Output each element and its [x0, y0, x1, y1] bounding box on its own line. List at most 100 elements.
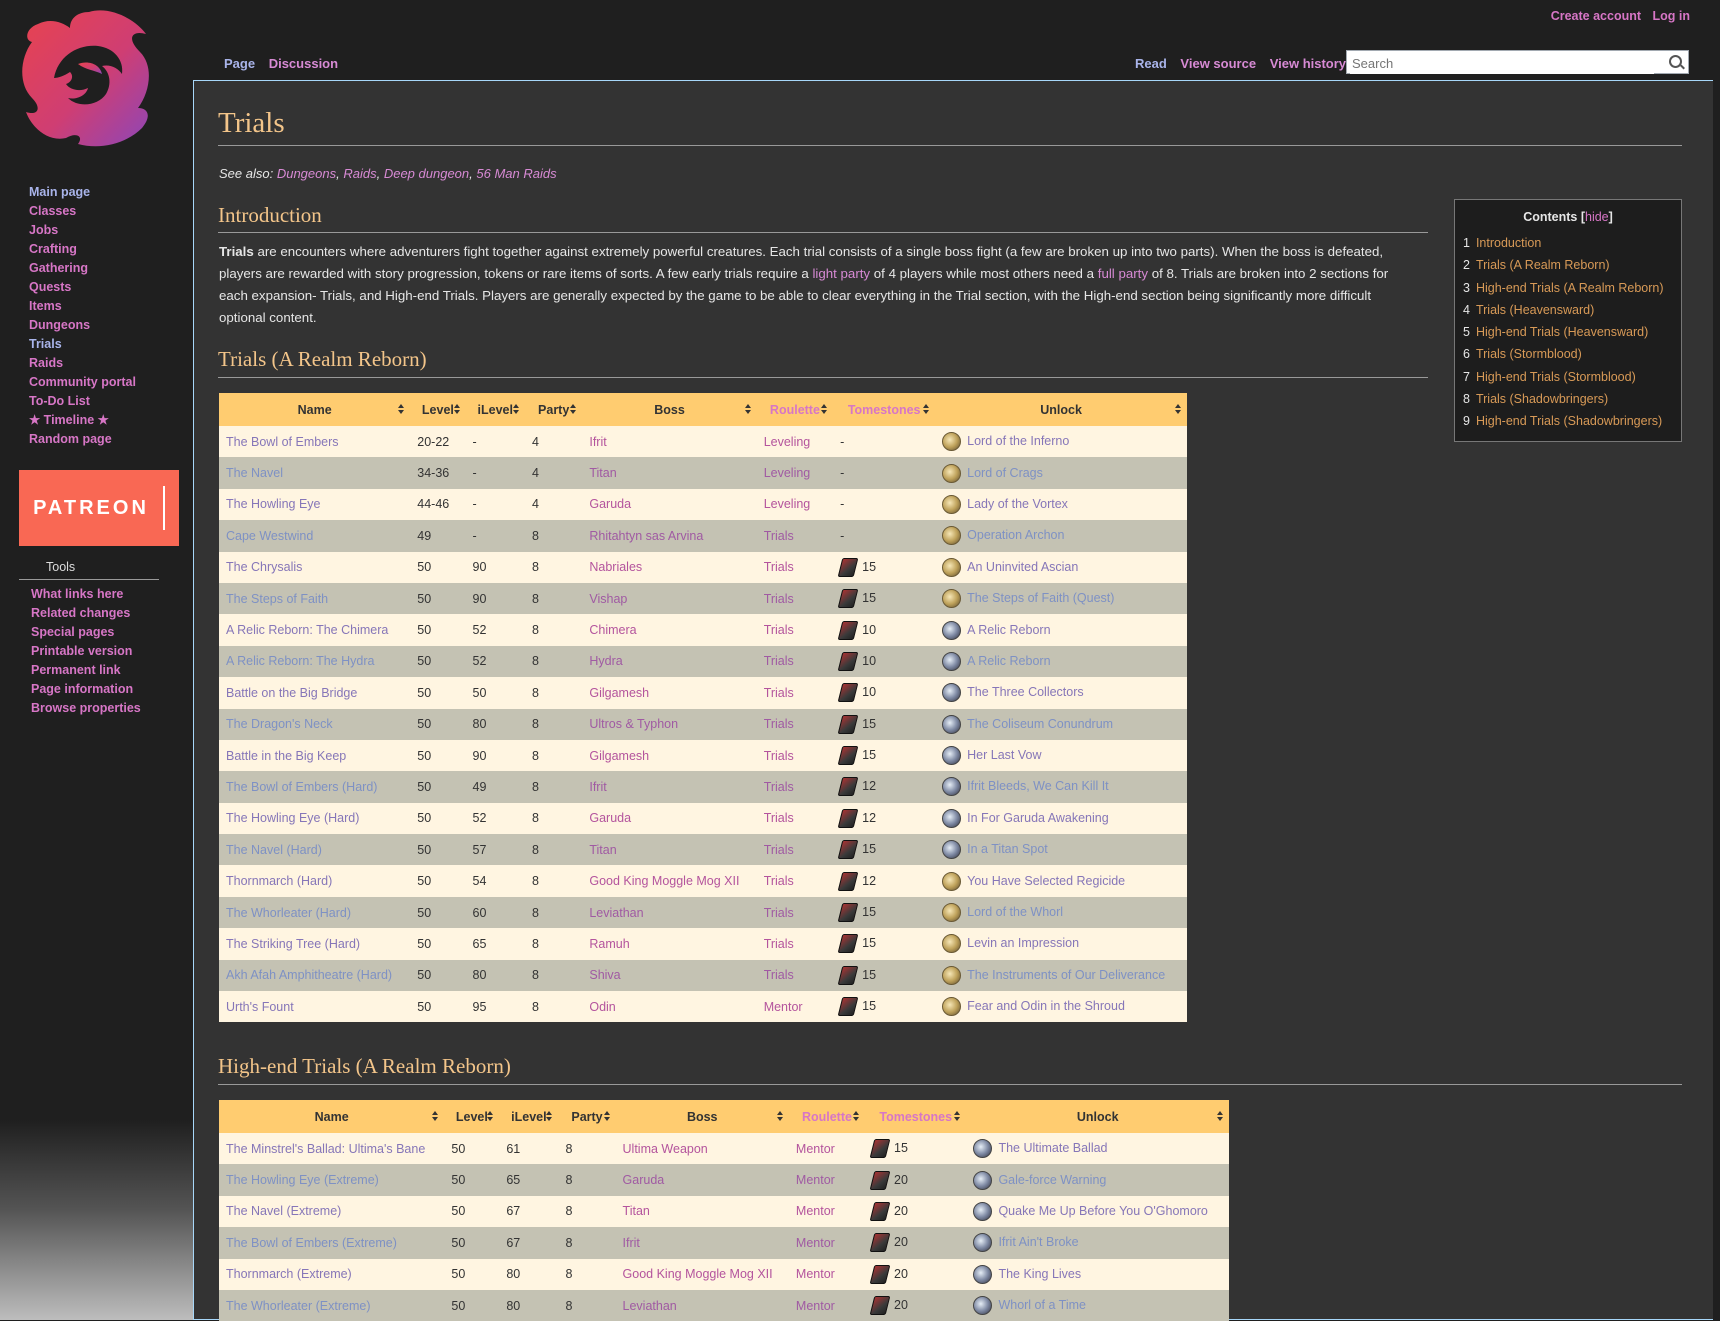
search-icon[interactable] — [1669, 55, 1682, 68]
sidebar-item-items[interactable]: Items — [29, 297, 136, 316]
sidebar-item-gathering[interactable]: Gathering — [29, 259, 136, 278]
sidebar-item-timeline[interactable]: ★ Timeline ★ — [29, 411, 136, 430]
boss-link[interactable]: Shiva — [589, 968, 620, 982]
column-header-party[interactable]: Party — [525, 393, 583, 426]
column-header-level[interactable]: Level — [444, 1100, 500, 1133]
trial-name-link[interactable]: Akh Afah Amphitheatre (Hard) — [226, 968, 392, 982]
roulette-link[interactable]: Leveling — [764, 435, 811, 449]
sidebar-item-todo-list[interactable]: To-Do List — [29, 392, 136, 411]
roulette-link[interactable]: Trials — [764, 843, 794, 857]
tomestone-icon[interactable] — [837, 965, 859, 985]
roulette-link[interactable]: Trials — [764, 749, 794, 763]
quest-icon[interactable] — [942, 683, 962, 703]
trial-name-link[interactable]: Urth's Fount — [226, 1000, 294, 1014]
tomestone-icon[interactable] — [837, 934, 859, 954]
quest-icon[interactable] — [973, 1201, 993, 1221]
quest-icon[interactable] — [942, 903, 962, 923]
quest-icon[interactable] — [942, 746, 962, 766]
roulette-link[interactable]: Leveling — [764, 497, 811, 511]
trial-name-link[interactable]: The Howling Eye (Extreme) — [226, 1173, 379, 1187]
toc-item[interactable]: 6 Trials (Stormblood) — [1463, 343, 1673, 365]
roulette-link[interactable]: Trials — [764, 874, 794, 888]
quest-icon[interactable] — [942, 777, 962, 797]
boss-link[interactable]: Titan — [589, 466, 616, 480]
trial-name-link[interactable]: A Relic Reborn: The Chimera — [226, 623, 388, 637]
toc-item[interactable]: 1 Introduction — [1463, 232, 1673, 254]
trial-name-link[interactable]: The Howling Eye — [226, 497, 321, 511]
boss-link[interactable]: Good King Moggle Mog XII — [589, 874, 739, 888]
quest-icon[interactable] — [942, 871, 962, 891]
unlock-quest-link[interactable]: The Ultimate Ballad — [998, 1141, 1107, 1155]
column-header-name[interactable]: Name — [219, 1100, 445, 1133]
tools-item-what-links-here[interactable]: What links here — [31, 585, 141, 604]
toc-item[interactable]: 9 High-end Trials (Shadowbringers) — [1463, 410, 1673, 432]
boss-link[interactable]: Nabriales — [589, 560, 642, 574]
sidebar-item-crafting[interactable]: Crafting — [29, 240, 136, 259]
trial-name-link[interactable]: The Navel — [226, 466, 283, 480]
boss-link[interactable]: Good King Moggle Mog XII — [623, 1267, 773, 1281]
search-input[interactable] — [1350, 52, 1654, 74]
quest-icon[interactable] — [973, 1233, 993, 1253]
quest-icon[interactable] — [942, 589, 962, 609]
unlock-quest-link[interactable]: Operation Archon — [967, 528, 1064, 542]
unlock-quest-link[interactable]: In a Titan Spot — [967, 842, 1048, 856]
quest-icon[interactable] — [973, 1139, 993, 1159]
boss-link[interactable]: Ifrit — [589, 780, 606, 794]
tomestone-icon[interactable] — [837, 840, 859, 860]
unlock-quest-link[interactable]: The Three Collectors — [967, 685, 1084, 699]
quest-icon[interactable] — [942, 808, 962, 828]
tomestone-icon[interactable] — [869, 1264, 891, 1284]
roulette-link[interactable]: Trials — [764, 654, 794, 668]
unlock-quest-link[interactable]: Her Last Vow — [967, 748, 1041, 762]
column-header-unlock[interactable]: Unlock — [966, 1100, 1229, 1133]
tomestone-icon[interactable] — [837, 683, 859, 703]
trial-name-link[interactable]: The Howling Eye (Hard) — [226, 811, 359, 825]
tomestone-icon[interactable] — [837, 589, 859, 609]
tab-discussion[interactable]: Discussion — [269, 56, 338, 71]
sidebar-item-trials[interactable]: Trials — [29, 335, 136, 354]
tomestone-icon[interactable] — [837, 903, 859, 923]
column-header-tomestones[interactable]: Tomestones — [833, 393, 936, 426]
boss-link[interactable]: Ramuh — [589, 937, 629, 951]
tomestone-icon[interactable] — [869, 1201, 891, 1221]
boss-link[interactable]: Titan — [589, 843, 616, 857]
quest-icon[interactable] — [942, 557, 962, 577]
trial-name-link[interactable]: Battle in the Big Keep — [226, 749, 346, 763]
column-header-name[interactable]: Name — [219, 393, 411, 426]
boss-link[interactable]: Vishap — [589, 592, 627, 606]
quest-icon[interactable] — [942, 997, 962, 1017]
quest-icon[interactable] — [942, 965, 962, 985]
quest-icon[interactable] — [942, 526, 962, 546]
tomestone-icon[interactable] — [837, 714, 859, 734]
tab-read[interactable]: Read — [1135, 56, 1167, 71]
trial-name-link[interactable]: Thornmarch (Hard) — [226, 874, 332, 888]
column-header-tomestones[interactable]: Tomestones — [865, 1100, 967, 1133]
column-header-level[interactable]: Level — [410, 393, 466, 426]
column-header-roulette[interactable]: Roulette — [756, 393, 834, 426]
unlock-quest-link[interactable]: The Coliseum Conundrum — [967, 717, 1113, 731]
boss-link[interactable]: Garuda — [623, 1173, 665, 1187]
unlock-quest-link[interactable]: Ifrit Bleeds, We Can Kill It — [967, 779, 1109, 793]
roulette-link[interactable]: Mentor — [796, 1142, 835, 1156]
tomestone-icon[interactable] — [837, 997, 859, 1017]
trial-name-link[interactable]: The Striking Tree (Hard) — [226, 937, 360, 951]
sidebar-item-quests[interactable]: Quests — [29, 278, 136, 297]
quest-icon[interactable] — [942, 620, 962, 640]
unlock-quest-link[interactable]: You Have Selected Regicide — [967, 873, 1125, 887]
unlock-quest-link[interactable]: Whorl of a Time — [998, 1298, 1086, 1312]
trial-name-link[interactable]: The Navel (Hard) — [226, 843, 322, 857]
roulette-link[interactable]: Mentor — [796, 1299, 835, 1313]
roulette-link[interactable]: Trials — [764, 717, 794, 731]
tools-item-page-information[interactable]: Page information — [31, 680, 141, 699]
trial-name-link[interactable]: The Minstrel's Ballad: Ultima's Bane — [226, 1142, 425, 1156]
trial-name-link[interactable]: The Bowl of Embers (Hard) — [226, 780, 377, 794]
tools-item-printable-version[interactable]: Printable version — [31, 642, 141, 661]
roulette-link[interactable]: Trials — [764, 686, 794, 700]
unlock-quest-link[interactable]: The King Lives — [998, 1267, 1081, 1281]
trial-name-link[interactable]: Thornmarch (Extreme) — [226, 1267, 352, 1281]
boss-link[interactable]: Ultima Weapon — [623, 1142, 708, 1156]
trial-name-link[interactable]: The Whorleater (Extreme) — [226, 1299, 370, 1313]
sidebar-item-main-page[interactable]: Main page — [29, 183, 136, 202]
sidebar-item-dungeons[interactable]: Dungeons — [29, 316, 136, 335]
light-party-link[interactable]: light party — [812, 266, 870, 281]
